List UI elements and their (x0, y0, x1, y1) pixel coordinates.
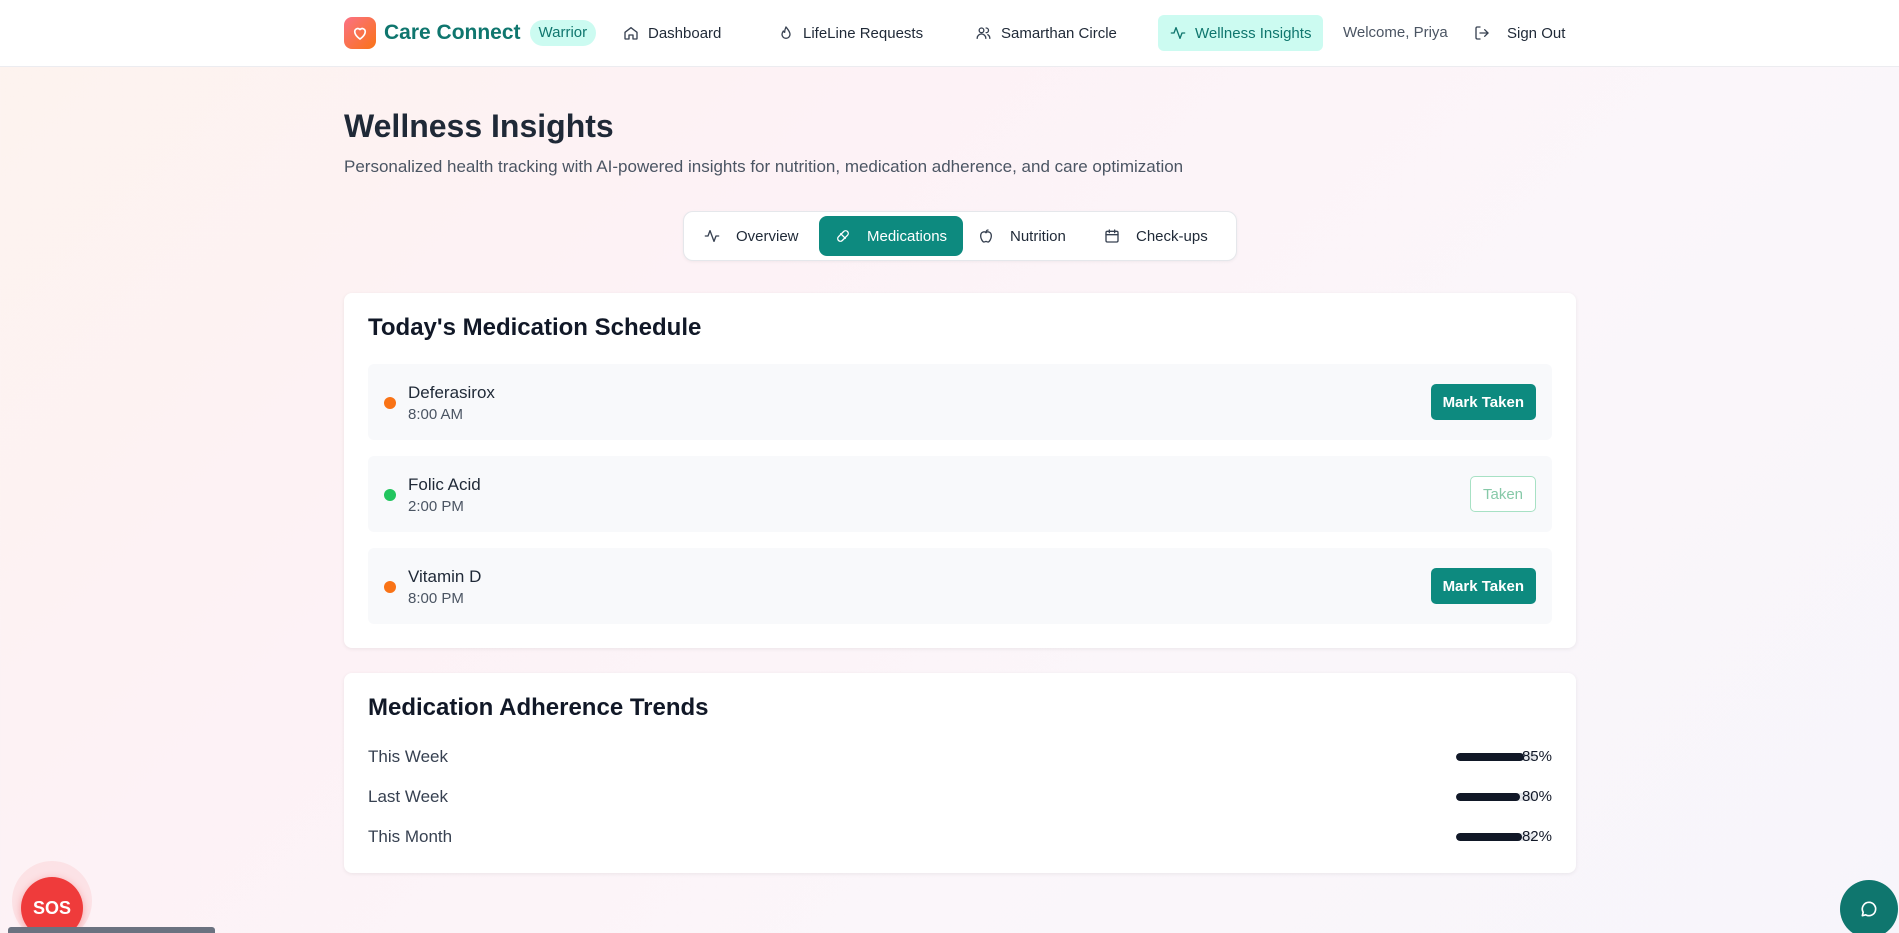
nav-samarthan-circle[interactable]: Samarthan Circle (963, 15, 1129, 51)
adherence-row: Last Week 80% (368, 785, 1552, 809)
wellness-tabs: Overview Medications Nutrition Check-ups (683, 211, 1237, 261)
medication-name: Deferasirox (408, 383, 495, 402)
tab-overview[interactable]: Overview (688, 216, 815, 256)
adherence-value: 80% (1521, 788, 1552, 805)
medication-schedule-card: Today's Medication Schedule Deferasirox … (344, 293, 1576, 648)
status-dot (384, 581, 396, 593)
adherence-value: 82% (1521, 828, 1552, 845)
chat-button[interactable] (1840, 880, 1898, 933)
adherence-period: This Week (368, 747, 448, 766)
top-navigation: Care Connect Warrior Dashboard LifeLine … (0, 0, 1899, 67)
medication-row: Deferasirox 8:00 AM Mark Taken (368, 364, 1552, 440)
nav-lifeline-label: LifeLine Requests (803, 24, 924, 42)
page-subtitle: Personalized health tracking with AI-pow… (344, 157, 1184, 176)
medication-name: Vitamin D (408, 567, 482, 586)
home-icon (624, 27, 638, 40)
medication-time: 8:00 AM (408, 406, 464, 423)
drop-icon (781, 26, 791, 39)
medication-row: Folic Acid 2:00 PM Taken (368, 456, 1552, 532)
nav-dashboard-label: Dashboard (648, 24, 722, 42)
chat-icon (1861, 901, 1877, 917)
brand[interactable]: Care Connect Warrior (344, 17, 597, 49)
tab-nutrition-label: Nutrition (1010, 227, 1066, 245)
bottom-toast-strip (8, 927, 215, 933)
nav-wellness-insights[interactable]: Wellness Insights (1158, 15, 1324, 51)
apple-icon (980, 229, 992, 243)
adherence-period: This Month (368, 827, 453, 846)
app-name: Care Connect (384, 21, 521, 44)
status-dot (384, 489, 396, 501)
nav-dashboard[interactable]: Dashboard (611, 15, 733, 51)
page-title: Wellness Insights (344, 108, 614, 144)
adherence-row: This Week 85% (368, 745, 1552, 769)
mark-taken-button[interactable]: Mark Taken (1430, 384, 1536, 420)
nav-samarthan-label: Samarthan Circle (1001, 24, 1117, 42)
activity-icon (1170, 27, 1186, 39)
medication-time: 8:00 PM (408, 590, 464, 607)
taken-button[interactable]: Taken (1470, 476, 1536, 512)
tab-overview-label: Overview (736, 227, 799, 245)
adherence-bar-fill (1456, 793, 1520, 801)
mark-taken-button[interactable]: Mark Taken (1430, 568, 1536, 604)
nav-lifeline-requests[interactable]: LifeLine Requests (766, 15, 935, 51)
sos-button[interactable]: SOS (21, 877, 83, 933)
logout-icon (1475, 26, 1489, 40)
medication-name: Folic Acid (408, 475, 481, 494)
status-dot (384, 397, 396, 409)
calendar-icon (1105, 229, 1119, 243)
role-badge: Warrior (529, 20, 597, 46)
adherence-value: 85% (1521, 748, 1552, 765)
activity-icon (704, 230, 720, 242)
adherence-bar-fill (1456, 753, 1524, 761)
medication-time: 2:00 PM (408, 498, 464, 515)
heart-icon (344, 17, 376, 49)
welcome-text: Welcome, Priya (1343, 24, 1448, 41)
pill-icon (837, 230, 849, 242)
medication-row: Vitamin D 8:00 PM Mark Taken (368, 548, 1552, 624)
users-icon (976, 27, 991, 39)
adherence-trends-card: Medication Adherence Trends This Week 85… (344, 673, 1576, 873)
tab-checkups[interactable]: Check-ups (1088, 216, 1224, 256)
tab-nutrition[interactable]: Nutrition (962, 216, 1082, 256)
tab-checkups-label: Check-ups (1136, 227, 1208, 245)
sign-out-label: Sign Out (1507, 24, 1566, 42)
nav-wellness-label: Wellness Insights (1195, 24, 1312, 42)
adherence-row: This Month 82% (368, 825, 1552, 849)
adherence-period: Last Week (368, 787, 449, 806)
schedule-title: Today's Medication Schedule (368, 314, 702, 341)
sign-out-button[interactable]: Sign Out (1474, 15, 1565, 51)
tab-medications-label: Medications (867, 227, 948, 245)
tab-medications[interactable]: Medications (819, 216, 964, 256)
adherence-title: Medication Adherence Trends (368, 694, 709, 721)
adherence-bar-fill (1456, 833, 1522, 841)
